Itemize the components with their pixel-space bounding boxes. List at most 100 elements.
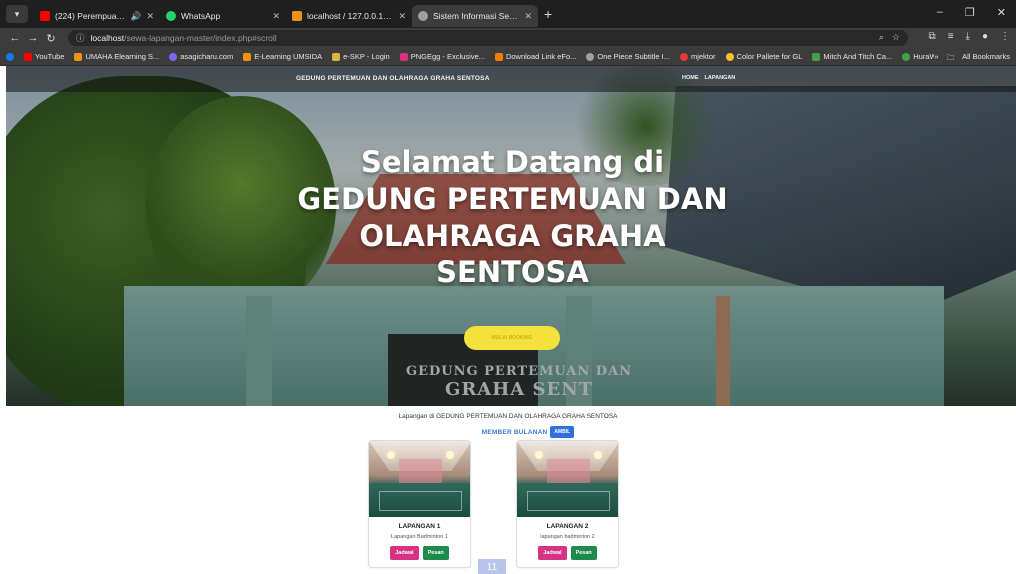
profile-icon[interactable]: ● <box>982 31 988 42</box>
whatsapp-icon <box>166 11 176 21</box>
schedule-button[interactable]: Jadwal <box>390 546 419 560</box>
youtube-icon <box>40 11 50 21</box>
schedule-button[interactable]: Jadwal <box>538 546 567 560</box>
bookmark-item[interactable]: Download Link eFo... <box>494 52 577 61</box>
window-controls: – ❐ ✕ <box>937 6 1006 19</box>
court-subtitle: Lapangan Badminton 1 <box>391 534 448 540</box>
bookmark-item[interactable]: YouTube <box>24 52 64 61</box>
bookmark-label: asagicharu.com <box>180 52 234 61</box>
bookmark-item[interactable]: PNGEgg - Exclusive... <box>399 52 485 61</box>
new-tab-icon[interactable]: + <box>544 6 552 22</box>
youtube-icon <box>24 52 32 61</box>
nav-link-home[interactable]: HOME <box>682 75 699 81</box>
url-path: /sewa-lapangan-master/index.php#scroll <box>124 33 277 43</box>
page-number-badge: 11 <box>478 559 506 574</box>
bookmark-item[interactable]: e-SKP - Login <box>332 52 390 61</box>
court-card: LAPANGAN 1 Lapangan Badminton 1 Jadwal P… <box>368 440 471 568</box>
bookmark-item[interactable]: One Piece Subtitle I... <box>586 52 670 61</box>
bookmark-favicon <box>586 52 595 61</box>
toolbar-icons: ⧉ ≡ ⤓ ● ⋮ <box>929 31 1010 42</box>
section-title: Lapangan di GEDUNG PERTEMUAN DAN OLAHRAG… <box>398 413 618 420</box>
tab-label: localhost / 127.0.0.1 / sewa_lap <box>307 11 393 21</box>
bookmark-label: e-SKP - Login <box>343 52 390 61</box>
forward-icon[interactable]: → <box>24 32 42 44</box>
court-card: LAPANGAN 2 lapangan badminton 2 Jadwal P… <box>516 440 619 568</box>
phpmyadmin-icon <box>292 11 302 21</box>
court-title: LAPANGAN 1 <box>398 523 441 530</box>
court-actions: Jadwal Pesan <box>369 546 470 560</box>
browser-tab[interactable]: WhatsApp ✕ <box>160 5 286 27</box>
site-info-icon[interactable]: ⓘ <box>76 32 85 44</box>
url-input[interactable]: ⓘ localhost/sewa-lapangan-master/index.p… <box>68 30 908 46</box>
member-take-button[interactable]: AMBIL <box>550 426 575 438</box>
close-window-icon[interactable]: ✕ <box>997 6 1006 19</box>
close-tab-icon[interactable]: ✕ <box>272 11 280 22</box>
browser-tab[interactable]: (224) Perempuan Ini Lebih 🔊 ✕ <box>34 5 160 27</box>
url-host: localhost <box>90 33 125 43</box>
bookmark-favicon <box>332 52 341 61</box>
bookmark-favicon <box>812 52 821 61</box>
browser-tab-active[interactable]: Sistem Informasi Sewa Lapang ✕ <box>412 5 538 27</box>
bookmark-label: Color Pallete for GL <box>736 52 803 61</box>
tab-label: Sistem Informasi Sewa Lapang <box>433 11 520 21</box>
bookmarks-overflow: » 🗀 All Bookmarks <box>934 52 1010 65</box>
bookmark-item[interactable]: E-Learning UMSIDA <box>243 52 322 61</box>
speaker-icon: 🔊 <box>130 10 142 21</box>
bookmark-label: Mitch And Titch Ca... <box>823 52 893 61</box>
bookmark-label: E-Learning UMSIDA <box>254 52 323 61</box>
nav-links: HOME LAPANGAN <box>682 75 735 81</box>
court-image <box>369 441 470 517</box>
bookmark-favicon <box>399 52 408 61</box>
member-row: MEMBER BULANAN AMBIL <box>0 426 1016 438</box>
court-image <box>517 441 618 517</box>
zoom-icon[interactable]: ⌕ <box>879 32 884 43</box>
facebook-bookmark-icon[interactable] <box>6 52 14 61</box>
bookmark-item[interactable]: asagicharu.com <box>169 52 233 61</box>
bookmark-item[interactable]: Color Pallete for GL <box>725 52 803 61</box>
chevron-right-icon[interactable]: » <box>934 52 938 65</box>
bookmark-label: Download Link eFo... <box>505 52 577 61</box>
hero-title: Selamat Datang di GEDUNG PERTEMUAN DAN O… <box>297 145 728 290</box>
minimize-icon[interactable]: – <box>937 6 943 19</box>
court-subtitle: lapangan badminton 2 <box>540 534 595 540</box>
bookmark-label: One Piece Subtitle I... <box>597 52 670 61</box>
restore-icon[interactable]: ❐ <box>965 6 975 19</box>
court-actions: Jadwal Pesan <box>517 546 618 560</box>
order-button[interactable]: Pesan <box>570 546 597 560</box>
nav-link-lapangan[interactable]: LAPANGAN <box>705 75 736 81</box>
download-icon[interactable]: ⤓ <box>966 31 970 42</box>
bookmark-item[interactable]: UMAHA Elearning S... <box>74 52 159 61</box>
bookmark-item[interactable]: Mitch And Titch Ca... <box>812 52 892 61</box>
bookmark-star-icon[interactable]: ☆ <box>892 32 900 43</box>
bookmark-favicon <box>679 52 688 61</box>
extensions-icon[interactable]: ⧉ <box>929 31 936 42</box>
bookmark-favicon <box>169 52 178 61</box>
order-button[interactable]: Pesan <box>422 546 449 560</box>
reload-icon[interactable]: ↻ <box>42 32 60 45</box>
menu-icon[interactable]: ⋮ <box>1000 31 1010 42</box>
all-bookmarks-link[interactable]: All Bookmarks <box>962 52 1010 65</box>
web-page: GEDUNG PERTEMUAN DAN GRAHA SENT GEDUNG P… <box>0 66 1016 574</box>
bookmark-label: UMAHA Elearning S... <box>85 52 160 61</box>
folder-icon: 🗀 <box>946 53 955 62</box>
close-tab-icon[interactable]: ✕ <box>524 11 532 22</box>
site-brand[interactable]: GEDUNG PERTEMUAN DAN OLAHRAGA GRAHA SENT… <box>296 75 490 82</box>
bookmark-label: PNGEgg - Exclusive... <box>410 52 485 61</box>
tab-search-icon[interactable]: ▾ <box>6 5 28 23</box>
media-icon[interactable]: ≡ <box>948 31 954 42</box>
browser-tab[interactable]: localhost / 127.0.0.1 / sewa_lap ✕ <box>286 5 412 27</box>
back-icon[interactable]: ← <box>6 32 24 44</box>
bookmarks-bar: YouTube UMAHA Elearning S... asagicharu.… <box>0 48 1016 66</box>
tab-label: (224) Perempuan Ini Lebih <box>55 11 126 21</box>
start-booking-button[interactable]: MULAI BOOKING <box>464 326 560 350</box>
member-label: MEMBER BULANAN <box>481 428 548 436</box>
bookmark-label: mjektor <box>690 52 716 61</box>
close-tab-icon[interactable]: ✕ <box>398 11 406 22</box>
bookmark-favicon <box>725 52 734 61</box>
tab-label: WhatsApp <box>181 11 221 21</box>
bookmark-favicon <box>902 52 911 61</box>
globe-icon <box>418 11 428 21</box>
close-tab-icon[interactable]: ✕ <box>146 11 154 22</box>
bookmark-item[interactable]: mjektor <box>679 52 716 61</box>
bookmark-favicon <box>74 52 83 61</box>
